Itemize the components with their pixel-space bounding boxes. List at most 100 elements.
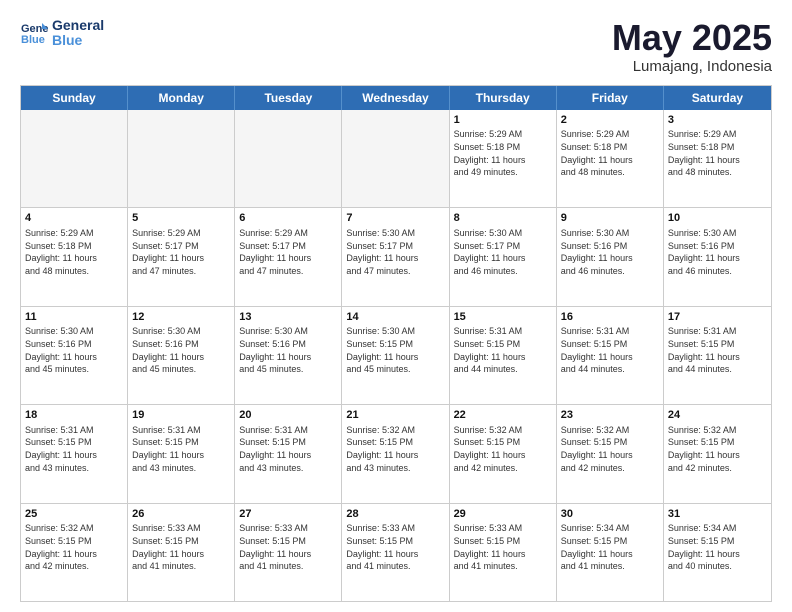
week-row-3: 11Sunrise: 5:30 AMSunset: 5:16 PMDayligh… [21, 307, 771, 405]
location: Lumajang, Indonesia [612, 58, 772, 75]
cell-info: Daylight: 11 hours [239, 252, 337, 265]
cell-info: Sunrise: 5:33 AM [346, 522, 444, 535]
cell-info: Sunrise: 5:29 AM [561, 128, 659, 141]
cell-info: and 43 minutes. [132, 462, 230, 475]
calendar-cell: 6Sunrise: 5:29 AMSunset: 5:17 PMDaylight… [235, 208, 342, 305]
cell-info: Sunset: 5:18 PM [668, 141, 767, 154]
cell-info: Sunrise: 5:30 AM [25, 325, 123, 338]
cell-info: Sunset: 5:15 PM [25, 535, 123, 548]
cell-info: Sunrise: 5:33 AM [454, 522, 552, 535]
cell-info: Sunset: 5:18 PM [454, 141, 552, 154]
cell-info: and 47 minutes. [239, 265, 337, 278]
cell-info: Sunrise: 5:30 AM [132, 325, 230, 338]
day-number: 29 [454, 507, 552, 522]
cell-info: Daylight: 11 hours [346, 252, 444, 265]
cell-info: Sunset: 5:15 PM [346, 436, 444, 449]
cell-info: Daylight: 11 hours [132, 252, 230, 265]
cell-info: Sunrise: 5:30 AM [668, 227, 767, 240]
cell-info: Daylight: 11 hours [561, 548, 659, 561]
cell-info: and 41 minutes. [561, 560, 659, 573]
calendar-cell [128, 110, 235, 207]
cell-info: and 41 minutes. [132, 560, 230, 573]
cell-info: and 45 minutes. [132, 363, 230, 376]
cell-info: Sunrise: 5:31 AM [239, 424, 337, 437]
calendar-cell: 30Sunrise: 5:34 AMSunset: 5:15 PMDayligh… [557, 504, 664, 601]
day-number: 9 [561, 211, 659, 226]
cell-info: Sunset: 5:15 PM [668, 436, 767, 449]
cell-info: Sunrise: 5:32 AM [454, 424, 552, 437]
cell-info: Daylight: 11 hours [561, 154, 659, 167]
cell-info: Sunset: 5:15 PM [132, 436, 230, 449]
cell-info: Sunrise: 5:31 AM [454, 325, 552, 338]
calendar-cell: 21Sunrise: 5:32 AMSunset: 5:15 PMDayligh… [342, 405, 449, 502]
calendar: SundayMondayTuesdayWednesdayThursdayFrid… [20, 85, 772, 602]
cell-info: Daylight: 11 hours [454, 351, 552, 364]
cell-info: and 43 minutes. [239, 462, 337, 475]
cell-info: Sunset: 5:15 PM [668, 338, 767, 351]
day-header-monday: Monday [128, 86, 235, 110]
day-number: 24 [668, 408, 767, 423]
calendar-cell: 5Sunrise: 5:29 AMSunset: 5:17 PMDaylight… [128, 208, 235, 305]
cell-info: Sunset: 5:16 PM [561, 240, 659, 253]
calendar-cell: 28Sunrise: 5:33 AMSunset: 5:15 PMDayligh… [342, 504, 449, 601]
day-number: 14 [346, 310, 444, 325]
cell-info: Sunrise: 5:31 AM [132, 424, 230, 437]
calendar-cell: 1Sunrise: 5:29 AMSunset: 5:18 PMDaylight… [450, 110, 557, 207]
calendar-cell: 29Sunrise: 5:33 AMSunset: 5:15 PMDayligh… [450, 504, 557, 601]
cell-info: Sunset: 5:15 PM [454, 535, 552, 548]
month-title: May 2025 [612, 18, 772, 58]
calendar-cell: 17Sunrise: 5:31 AMSunset: 5:15 PMDayligh… [664, 307, 771, 404]
cell-info: Sunrise: 5:29 AM [668, 128, 767, 141]
calendar-cell: 24Sunrise: 5:32 AMSunset: 5:15 PMDayligh… [664, 405, 771, 502]
cell-info: and 47 minutes. [132, 265, 230, 278]
week-row-1: 1Sunrise: 5:29 AMSunset: 5:18 PMDaylight… [21, 110, 771, 208]
header: General Blue General Blue May 2025 Lumaj… [20, 18, 772, 75]
cell-info: Sunset: 5:15 PM [561, 436, 659, 449]
cell-info: Sunrise: 5:31 AM [668, 325, 767, 338]
cell-info: and 45 minutes. [239, 363, 337, 376]
day-number: 4 [25, 211, 123, 226]
calendar-cell: 22Sunrise: 5:32 AMSunset: 5:15 PMDayligh… [450, 405, 557, 502]
cell-info: Sunset: 5:15 PM [454, 338, 552, 351]
cell-info: Sunset: 5:16 PM [239, 338, 337, 351]
day-number: 28 [346, 507, 444, 522]
cell-info: Daylight: 11 hours [239, 449, 337, 462]
cell-info: Daylight: 11 hours [561, 351, 659, 364]
cell-info: Sunset: 5:15 PM [132, 535, 230, 548]
day-header-tuesday: Tuesday [235, 86, 342, 110]
day-number: 7 [346, 211, 444, 226]
day-number: 21 [346, 408, 444, 423]
cell-info: and 47 minutes. [346, 265, 444, 278]
cell-info: Sunrise: 5:31 AM [25, 424, 123, 437]
cell-info: and 44 minutes. [454, 363, 552, 376]
week-row-5: 25Sunrise: 5:32 AMSunset: 5:15 PMDayligh… [21, 504, 771, 601]
cell-info: Daylight: 11 hours [25, 252, 123, 265]
day-number: 5 [132, 211, 230, 226]
cell-info: Sunrise: 5:29 AM [25, 227, 123, 240]
calendar-header: SundayMondayTuesdayWednesdayThursdayFrid… [21, 86, 771, 110]
day-header-wednesday: Wednesday [342, 86, 449, 110]
calendar-cell: 9Sunrise: 5:30 AMSunset: 5:16 PMDaylight… [557, 208, 664, 305]
svg-text:Blue: Blue [21, 34, 45, 46]
cell-info: Daylight: 11 hours [454, 449, 552, 462]
cell-info: Sunset: 5:18 PM [561, 141, 659, 154]
day-number: 2 [561, 113, 659, 128]
day-number: 6 [239, 211, 337, 226]
day-number: 26 [132, 507, 230, 522]
logo-general: General [52, 18, 104, 33]
cell-info: Sunrise: 5:29 AM [132, 227, 230, 240]
calendar-cell [21, 110, 128, 207]
cell-info: Sunrise: 5:32 AM [561, 424, 659, 437]
page: General Blue General Blue May 2025 Lumaj… [0, 0, 792, 612]
cell-info: Sunrise: 5:31 AM [561, 325, 659, 338]
day-number: 16 [561, 310, 659, 325]
cell-info: and 43 minutes. [346, 462, 444, 475]
calendar-cell: 19Sunrise: 5:31 AMSunset: 5:15 PMDayligh… [128, 405, 235, 502]
cell-info: Sunset: 5:15 PM [25, 436, 123, 449]
cell-info: and 40 minutes. [668, 560, 767, 573]
day-header-sunday: Sunday [21, 86, 128, 110]
cell-info: Sunset: 5:16 PM [25, 338, 123, 351]
cell-info: Daylight: 11 hours [454, 548, 552, 561]
cell-info: Sunrise: 5:30 AM [454, 227, 552, 240]
calendar-cell: 20Sunrise: 5:31 AMSunset: 5:15 PMDayligh… [235, 405, 342, 502]
